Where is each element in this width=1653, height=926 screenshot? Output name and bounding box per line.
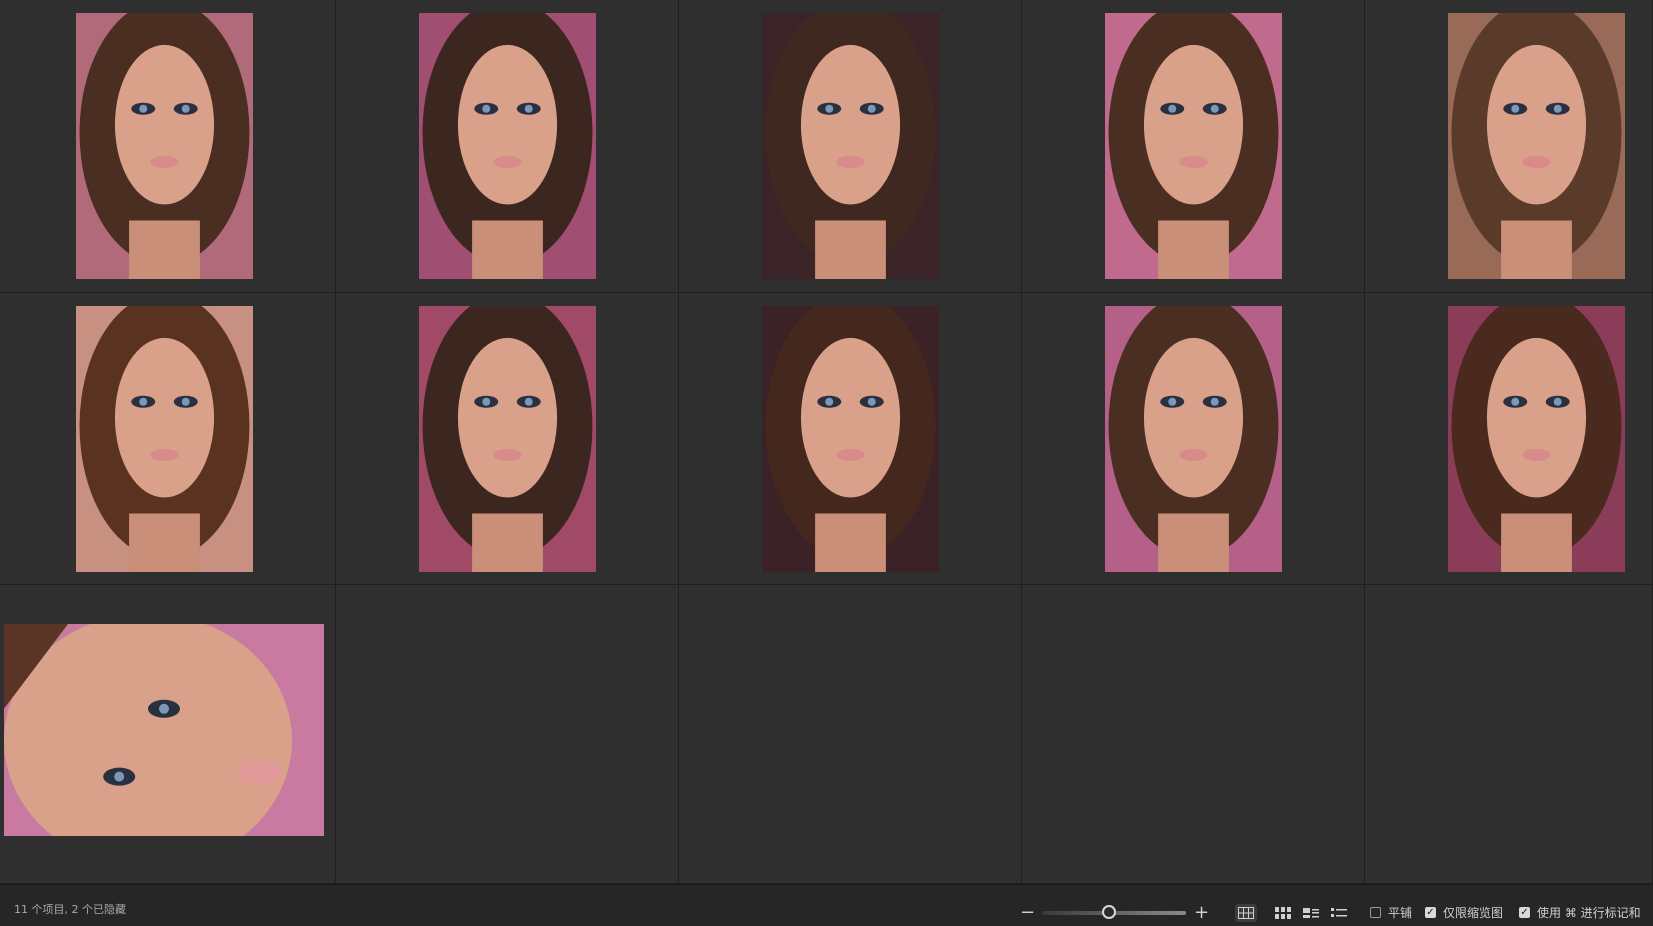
item-count-text: 11 个项目, 2 个已隐藏: [14, 903, 126, 916]
tile-checkbox[interactable]: [1370, 907, 1381, 918]
tile-view-icon: [1275, 907, 1291, 919]
filmstrip-view-icon: [1303, 908, 1319, 918]
grid-cell: [1365, 0, 1653, 293]
grid-cell: [0, 293, 336, 585]
grid-cell: [0, 585, 336, 884]
list-view-button[interactable]: [1328, 904, 1350, 922]
tile-view-button[interactable]: [1272, 904, 1294, 922]
grid-cell: [1365, 293, 1653, 585]
grid-cell: [336, 293, 679, 585]
thumbnail[interactable]: [1105, 13, 1282, 279]
filmstrip-view-button[interactable]: [1300, 904, 1322, 922]
grid-cell: [336, 0, 679, 293]
thumbnail[interactable]: [419, 13, 596, 279]
grid-cell: [679, 0, 1022, 293]
thumbnail[interactable]: [1448, 306, 1625, 572]
zoom-slider-knob[interactable]: [1101, 905, 1116, 919]
thumbnail-grid: [0, 0, 1653, 884]
use-marking-label: 使用 ⌘ 进行标记和: [1537, 906, 1641, 920]
thumbnail[interactable]: [762, 13, 939, 279]
grid-cell: [679, 293, 1022, 585]
grid-cell: [1022, 585, 1365, 884]
list-view-icon: [1331, 908, 1347, 917]
thumbnails-only-checkbox[interactable]: ✓: [1425, 907, 1436, 918]
grid-cell: [1022, 0, 1365, 293]
thumbnail[interactable]: [76, 306, 253, 572]
thumbnail[interactable]: [1448, 13, 1625, 279]
thumbnail[interactable]: [76, 13, 253, 279]
thumbnail[interactable]: [1105, 306, 1282, 572]
grid-cell: [1022, 293, 1365, 585]
grid-cell: [1365, 585, 1653, 884]
thumbnail[interactable]: [762, 306, 939, 572]
use-marking-checkbox[interactable]: ✓: [1519, 907, 1530, 918]
grid-view-icon: [1238, 907, 1254, 919]
tile-label: 平铺: [1388, 906, 1413, 920]
grid-view-button[interactable]: [1235, 904, 1257, 922]
grid-cell: [679, 585, 1022, 884]
thumbnails-only-label: 仅限缩览图: [1443, 906, 1504, 920]
thumbnail[interactable]: [4, 624, 324, 836]
grid-cell: [0, 0, 336, 293]
grid-cell: [336, 585, 679, 884]
zoom-in-button[interactable]: +: [1194, 904, 1209, 922]
zoom-out-button[interactable]: −: [1020, 904, 1035, 922]
thumbnail[interactable]: [419, 306, 596, 572]
